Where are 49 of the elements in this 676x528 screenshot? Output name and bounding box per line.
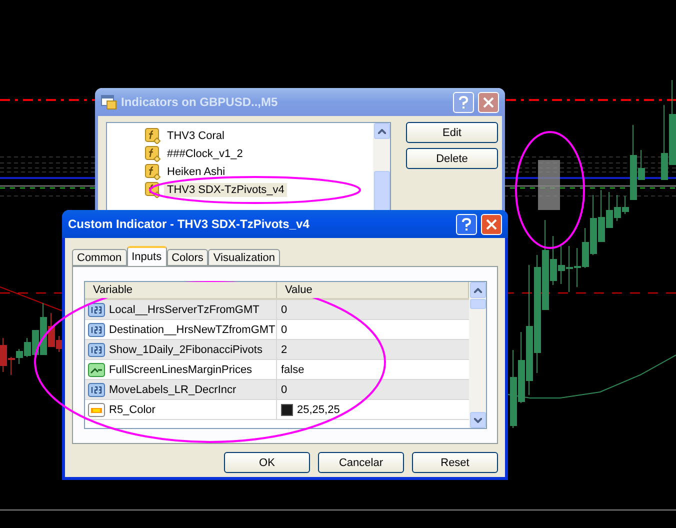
window-title: Custom Indicator - THV3 SDX-TzPivots_v4 [68,217,310,231]
number-type-icon [88,322,105,338]
dialog-button[interactable]: Reset [412,452,498,473]
dialog-button[interactable]: Delete [406,148,498,169]
value-cell[interactable]: false [277,360,469,379]
number-type-icon [88,382,105,398]
scrollbar-thumb[interactable] [470,299,486,309]
variable-cell[interactable]: Local__HrsServerTzFromGMT [85,300,277,319]
number-type-icon [88,342,105,358]
function-icon [145,164,161,180]
variable-cell[interactable]: Show_1Daily_2FibonacciPivots [85,340,277,359]
tab[interactable]: Visualization [208,249,280,266]
close-button[interactable] [478,92,499,112]
scrollbar[interactable] [373,123,390,211]
scrollbar-thumb[interactable] [374,171,390,211]
help-button[interactable] [456,214,477,234]
tree-item[interactable]: THV3 Coral [164,129,228,143]
tree-item[interactable]: THV3 SDX-TzPivots_v4 [164,183,288,197]
number-type-icon [88,302,105,318]
variable-cell[interactable]: R5_Color [85,400,277,419]
value-cell[interactable]: 0 [277,380,469,399]
dialog-button[interactable]: Cancelar [318,452,404,473]
variable-cell[interactable]: MoveLabels_LR_DecrIncr [85,380,277,399]
tree-item[interactable]: ###Clock_v1_2 [164,147,246,161]
value-cell[interactable]: 0 [277,320,469,339]
column-header[interactable]: Value [277,282,469,298]
close-icon [486,218,497,230]
question-icon [459,96,468,108]
function-icon [145,128,161,144]
value-cell[interactable]: 25,25,25 [277,400,469,419]
question-icon [462,218,471,230]
dialog-button[interactable]: OK [224,452,310,473]
label-cluster-drawing [538,160,560,210]
tab[interactable]: Colors [166,249,208,266]
window-title: Indicators on GBPUSD..,M5 [121,95,279,109]
window-icon [101,94,117,110]
value-cell[interactable]: 2 [277,340,469,359]
tab[interactable]: Inputs [126,246,167,266]
scrollbar[interactable] [469,282,486,428]
close-icon [483,96,494,108]
variable-cell[interactable]: Destination__HrsNewTZfromGMT [85,320,277,339]
boolean-type-icon [88,362,105,378]
close-button[interactable] [481,214,502,234]
tree-item[interactable]: Heiken Ashi [164,165,228,179]
value-cell[interactable]: 0 [277,300,469,319]
function-icon [145,146,161,162]
dialog-button[interactable]: Edit [406,122,498,143]
tab[interactable]: Common [72,249,127,266]
variable-cell[interactable]: FullScreenLinesMarginPrices [85,360,277,379]
